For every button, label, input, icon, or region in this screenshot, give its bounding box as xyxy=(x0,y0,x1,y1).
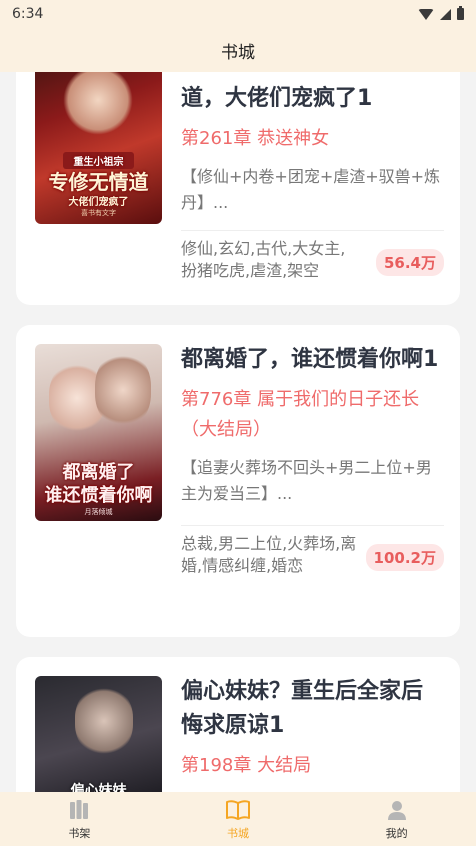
tab-bookshelf[interactable]: 书架 xyxy=(0,792,159,846)
book-chapter[interactable]: 第776章 属于我们的日子还长（大结局） xyxy=(181,385,444,445)
read-count-badge: 56.4万 xyxy=(375,249,444,276)
divider xyxy=(181,525,444,526)
book-cover[interactable]: 都离婚了 谁还惯着你啊 月落倾城 xyxy=(35,344,162,521)
book-info: 道，大佬们宠疯了1 第261章 恭送神女 【修仙+内卷+团宠+虐渣+驭兽+炼丹】… xyxy=(181,82,444,282)
tab-bookstore[interactable]: 书城 xyxy=(159,792,318,846)
book-desc: 【修仙+内卷+团宠+虐渣+驭兽+炼丹】... xyxy=(181,167,441,212)
read-count-badge: 100.2万 xyxy=(365,544,444,571)
tab-label: 我的 xyxy=(385,826,408,840)
book-title[interactable]: 道，大佬们宠疯了1 xyxy=(181,82,444,116)
status-icons xyxy=(418,6,464,20)
book-title[interactable]: 都离婚了，谁还惯着你啊1 xyxy=(181,343,444,377)
book-card[interactable]: 都离婚了 谁还惯着你啊 月落倾城 都离婚了，谁还惯着你啊1 第776章 属于我们… xyxy=(16,325,460,637)
book-meta: 修仙,玄幻,古代,大女主,扮猪吃虎,虐渣,架空 56.4万 xyxy=(181,238,444,282)
cover-title-2: 谁还惯着你啊 xyxy=(44,485,153,506)
book-cover[interactable]: 偏心妹妹 xyxy=(35,676,162,792)
book-chapter[interactable]: 第198章 大结局 xyxy=(181,751,444,781)
book-title[interactable]: 偏心妹妹？重生后全家后悔求原谅1 xyxy=(181,675,444,743)
book-meta: 总裁,男二上位,火葬场,离婚,情感纠缠,婚恋 100.2万 xyxy=(181,533,444,577)
book-info: 偏心妹妹？重生后全家后悔求原谅1 第198章 大结局 xyxy=(181,675,444,781)
tab-label: 书架 xyxy=(68,826,91,840)
signal-icon xyxy=(440,8,451,20)
cover-tagline: 大佬们宠疯了 xyxy=(68,197,129,208)
book-tags: 总裁,男二上位,火葬场,离婚,情感纠缠,婚恋 xyxy=(181,534,357,575)
book-info: 都离婚了，谁还惯着你啊1 第776章 属于我们的日子还长（大结局） 【追妻火葬场… xyxy=(181,343,444,577)
tab-label: 书城 xyxy=(227,826,249,840)
cover-figure xyxy=(95,352,151,428)
status-time: 6:34 xyxy=(12,6,44,22)
cover-figure xyxy=(63,72,133,135)
book-card[interactable]: 偏心妹妹 偏心妹妹？重生后全家后悔求原谅1 第198章 大结局 xyxy=(16,657,460,792)
book-list[interactable]: 重生小祖宗 专修无情道 大佬们宠疯了 喜书有文字 道，大佬们宠疯了1 第261章… xyxy=(0,72,476,792)
book-cover[interactable]: 重生小祖宗 专修无情道 大佬们宠疯了 喜书有文字 xyxy=(35,72,162,224)
user-icon xyxy=(387,800,406,820)
book-open-icon xyxy=(226,799,250,820)
cover-figure xyxy=(75,686,133,756)
battery-icon xyxy=(457,6,464,20)
status-bar: 6:34 xyxy=(0,0,476,28)
tab-profile[interactable]: 我的 xyxy=(317,792,476,846)
page-header: 书城 xyxy=(0,28,476,72)
divider xyxy=(181,230,444,231)
wifi-icon xyxy=(418,8,434,20)
cover-title: 偏心妹妹 xyxy=(70,783,127,792)
cover-author: 喜书有文字 xyxy=(81,209,116,217)
book-chapter[interactable]: 第261章 恭送神女 xyxy=(181,124,444,154)
bookshelf-icon xyxy=(70,799,89,819)
cover-author: 月落倾城 xyxy=(84,508,113,516)
cover-title: 专修无情道 xyxy=(48,170,149,194)
book-desc: 【追妻火葬场不回头+男二上位+男主为爱当三】... xyxy=(181,458,432,503)
page-title: 书城 xyxy=(221,42,255,63)
book-card[interactable]: 重生小祖宗 专修无情道 大佬们宠疯了 喜书有文字 道，大佬们宠疯了1 第261章… xyxy=(16,72,460,305)
book-tags: 修仙,玄幻,古代,大女主,扮猪吃虎,虐渣,架空 xyxy=(181,239,346,280)
bottom-tab-bar: 书架 书城 我的 xyxy=(0,792,476,846)
